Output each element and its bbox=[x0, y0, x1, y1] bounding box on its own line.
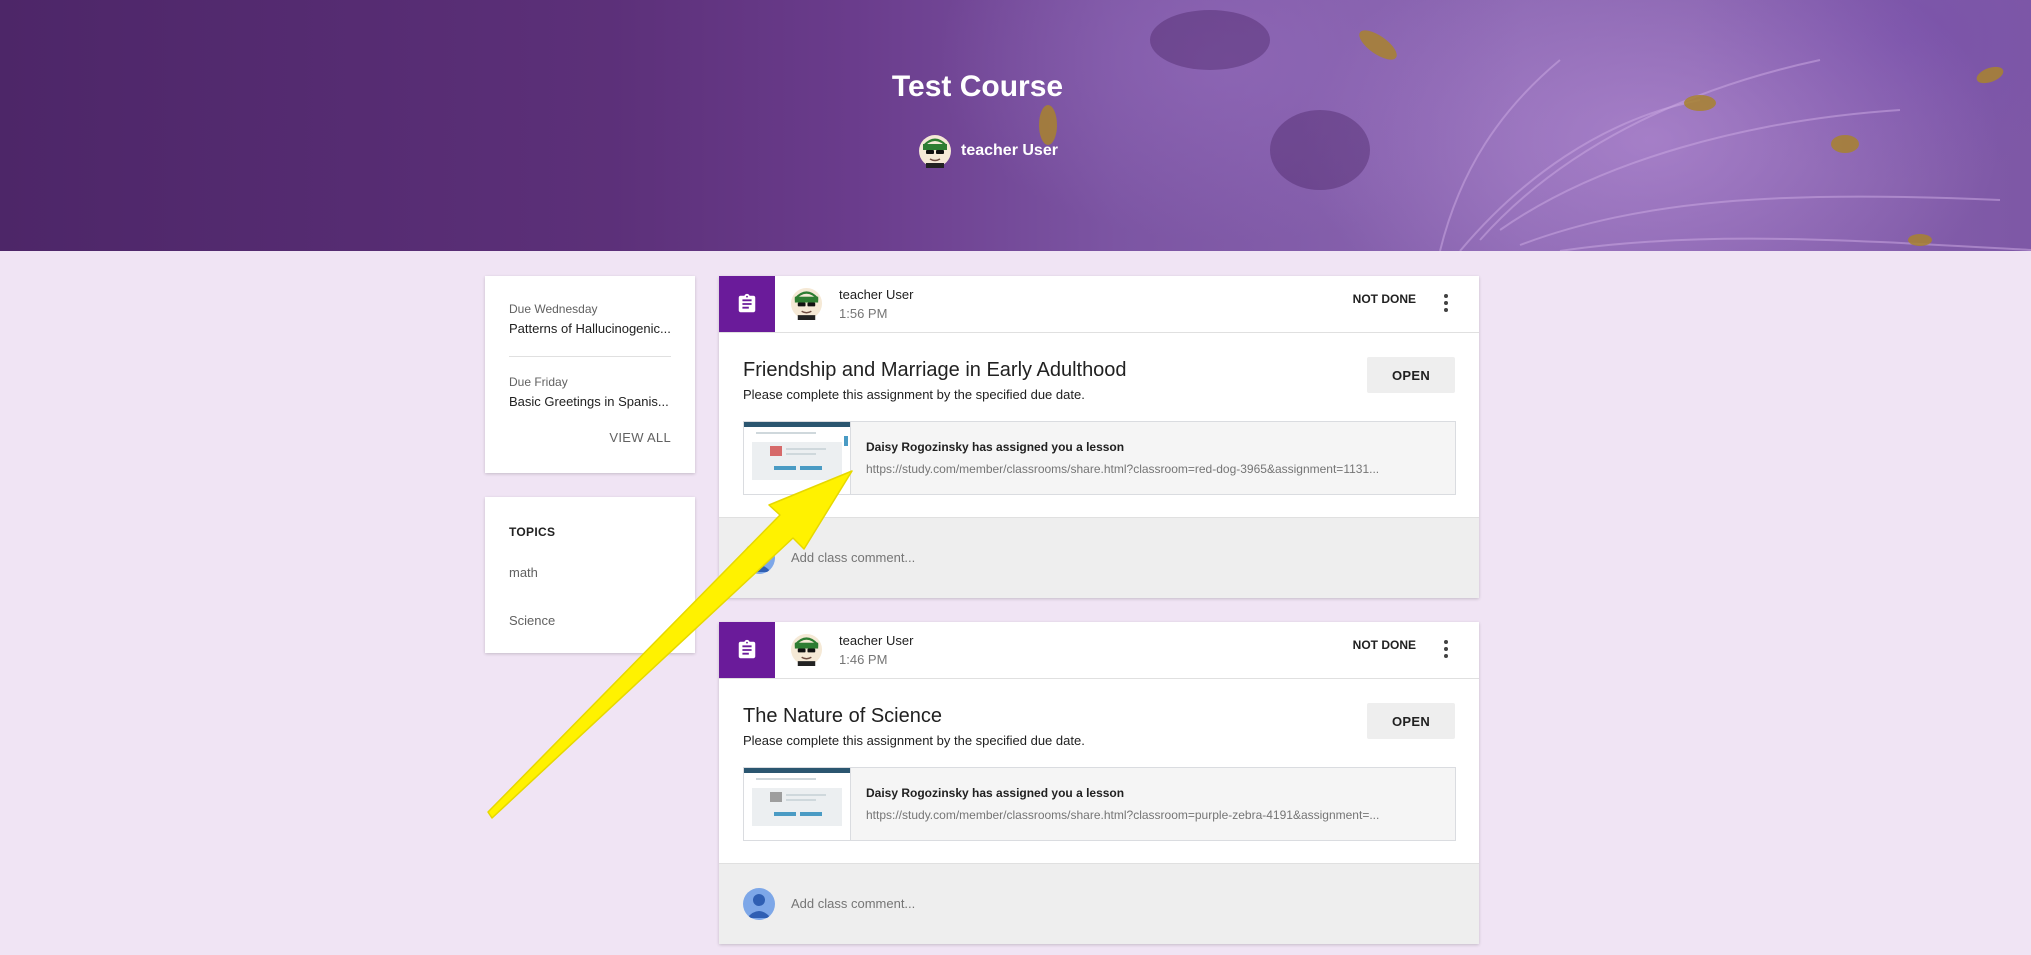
attachment-title: Daisy Rogozinsky has assigned you a less… bbox=[866, 440, 1125, 454]
upcoming-item[interactable]: Due Wednesday Patterns of Hallucinogenic… bbox=[509, 302, 671, 336]
comment-bar bbox=[719, 863, 1479, 944]
teacher-avatar bbox=[918, 134, 952, 168]
assignment-description: Please complete this assignment by the s… bbox=[743, 387, 1085, 402]
flower-background-image bbox=[1039, 10, 2031, 251]
post-body: The Nature of Science Please complete th… bbox=[719, 679, 1479, 863]
topics-card: TOPICS math Science bbox=[485, 497, 695, 653]
attachment-url: https://study.com/member/classrooms/shar… bbox=[866, 462, 1380, 476]
divider bbox=[509, 356, 671, 357]
due-date-label: Due Friday bbox=[509, 375, 568, 389]
post-time: 1:56 PM bbox=[839, 306, 888, 321]
attachment-title: Daisy Rogozinsky has assigned you a less… bbox=[866, 786, 1125, 800]
open-button[interactable]: OPEN bbox=[1367, 703, 1455, 739]
comment-input[interactable] bbox=[791, 546, 1191, 568]
assignment-title[interactable]: The Nature of Science bbox=[743, 705, 942, 728]
assignment-post: teacher User 1:56 PM NOT DONE Friendship… bbox=[719, 276, 1479, 598]
due-assignment-title[interactable]: Basic Greetings in Spanis... bbox=[509, 394, 671, 409]
course-title: Test Course bbox=[891, 70, 1064, 103]
post-author: teacher User bbox=[839, 287, 914, 302]
status-badge: NOT DONE bbox=[1352, 292, 1416, 306]
topic-item-math[interactable]: math bbox=[509, 565, 538, 580]
due-date-label: Due Wednesday bbox=[509, 302, 598, 316]
author-avatar bbox=[790, 633, 823, 666]
upcoming-item[interactable]: Due Friday Basic Greetings in Spanis... bbox=[509, 375, 671, 409]
attachment-url: https://study.com/member/classrooms/shar… bbox=[866, 808, 1380, 822]
post-body: Friendship and Marriage in Early Adultho… bbox=[719, 333, 1479, 517]
comment-input[interactable] bbox=[791, 892, 1191, 914]
attachment-thumbnail bbox=[744, 422, 851, 494]
course-teacher: teacher User bbox=[918, 134, 1058, 168]
assignment-icon bbox=[719, 276, 775, 332]
view-all-link[interactable]: VIEW ALL bbox=[609, 430, 671, 445]
more-vert-icon[interactable] bbox=[1443, 640, 1449, 660]
topic-item-science[interactable]: Science bbox=[509, 613, 555, 628]
due-assignment-title[interactable]: Patterns of Hallucinogenic... bbox=[509, 321, 671, 336]
user-avatar-icon bbox=[743, 542, 775, 574]
attachment-link[interactable]: Daisy Rogozinsky has assigned you a less… bbox=[743, 421, 1456, 495]
user-avatar-icon bbox=[743, 888, 775, 920]
comment-bar bbox=[719, 517, 1479, 598]
course-banner: Test Course teacher User bbox=[0, 0, 2031, 251]
attachment-thumbnail bbox=[744, 768, 851, 840]
author-avatar bbox=[790, 287, 823, 320]
teacher-name: teacher User bbox=[961, 142, 1058, 159]
status-badge: NOT DONE bbox=[1352, 638, 1416, 652]
upcoming-card: Due Wednesday Patterns of Hallucinogenic… bbox=[485, 276, 695, 473]
open-button[interactable]: OPEN bbox=[1367, 357, 1455, 393]
attachment-link[interactable]: Daisy Rogozinsky has assigned you a less… bbox=[743, 767, 1456, 841]
post-time: 1:46 PM bbox=[839, 652, 888, 667]
post-header: teacher User 1:46 PM NOT DONE bbox=[719, 622, 1479, 679]
assignment-icon bbox=[719, 622, 775, 678]
post-header: teacher User 1:56 PM NOT DONE bbox=[719, 276, 1479, 333]
post-author: teacher User bbox=[839, 633, 914, 648]
assignment-title[interactable]: Friendship and Marriage in Early Adultho… bbox=[743, 359, 1127, 382]
more-vert-icon[interactable] bbox=[1443, 294, 1449, 314]
topics-heading: TOPICS bbox=[509, 525, 556, 539]
assignment-description: Please complete this assignment by the s… bbox=[743, 733, 1085, 748]
assignment-post: teacher User 1:46 PM NOT DONE The Nature… bbox=[719, 622, 1479, 944]
